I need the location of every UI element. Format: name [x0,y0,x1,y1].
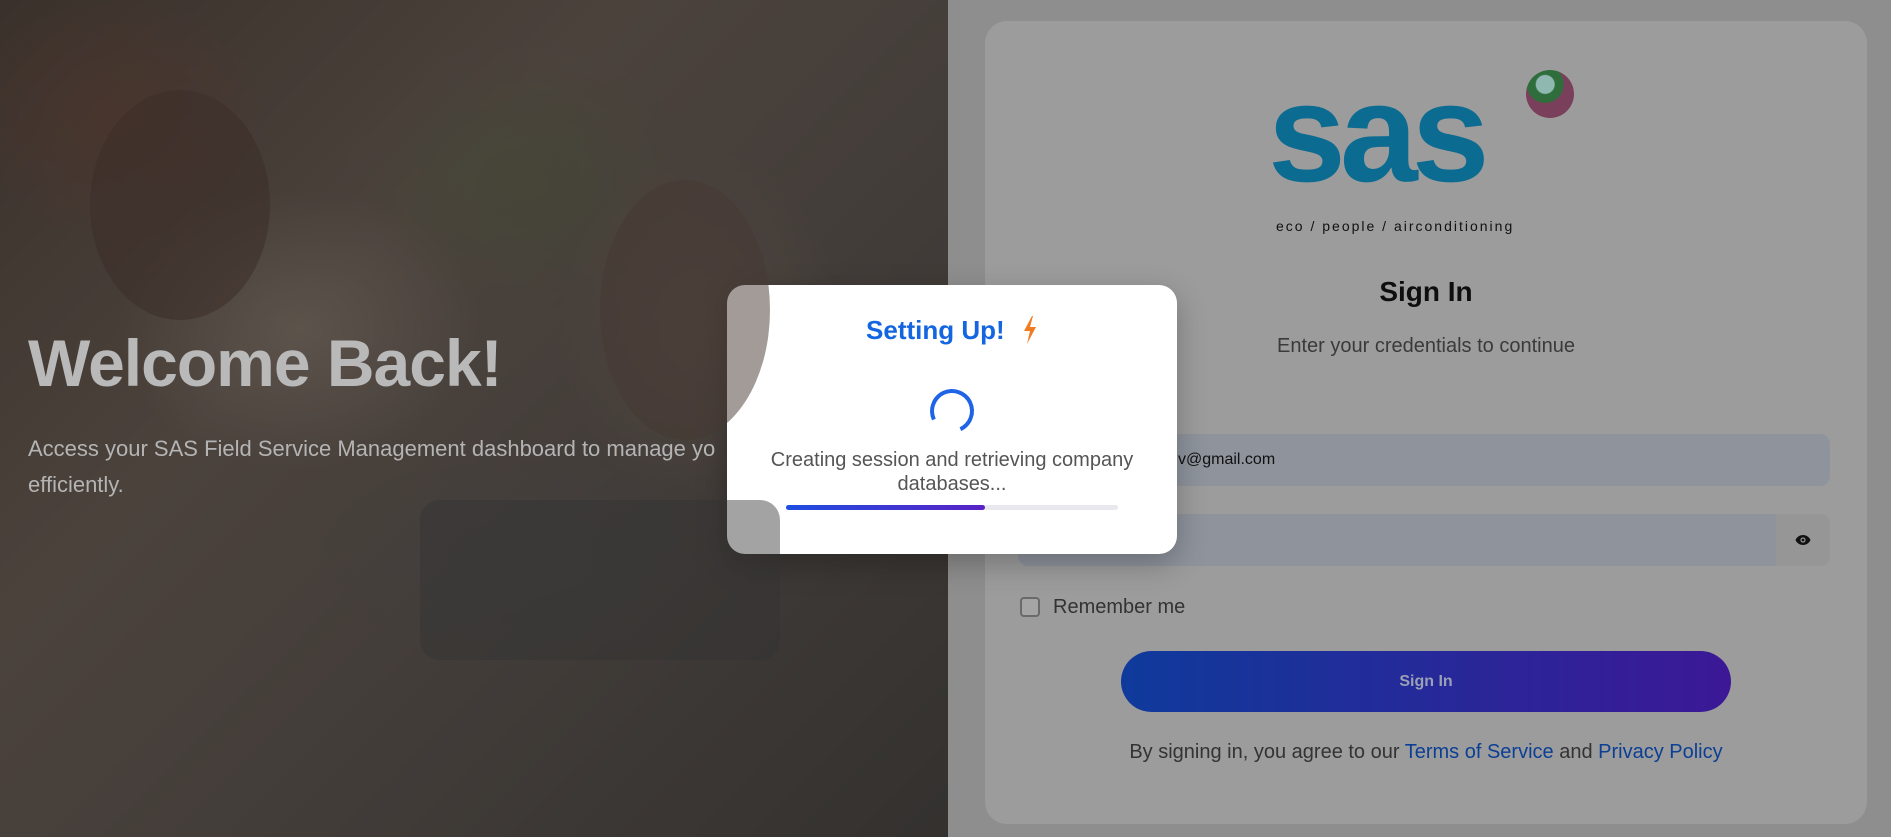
email-field-value[interactable]: v@gmail.com [1178,451,1275,469]
bolt-icon [1023,316,1036,345]
terms-text: By signing in, you agree to our Terms of… [985,741,1867,764]
progress-bar-fill [786,505,986,510]
logo-wordmark: sas [1268,54,1490,211]
logo-globe-icon [1526,70,1574,118]
hero-subtitle-line2: efficiently. [28,472,124,497]
privacy-policy-link[interactable]: Privacy Policy [1598,741,1722,763]
terms-and: and [1559,741,1593,763]
show-password-button[interactable] [1776,514,1830,566]
sas-logo: sas eco / people / airconditioning [1268,58,1578,238]
remember-me-label[interactable]: Remember me [1053,596,1185,619]
progress-bar [786,505,1118,510]
signin-button[interactable]: Sign In [1121,651,1731,712]
logo-tagline: eco / people / airconditioning [1276,218,1515,234]
eye-icon [1795,535,1811,545]
hero-person-shape [90,90,270,320]
hero-laptop-shape [420,500,780,660]
remember-me-checkbox[interactable] [1020,597,1040,617]
hero-background-image: Welcome Back! Access your SAS Field Serv… [0,0,948,837]
terms-prefix: By signing in, you agree to our [1129,741,1400,763]
hero-subtitle: Access your SAS Field Service Management… [28,431,948,503]
hero-content: Welcome Back! Access your SAS Field Serv… [28,325,928,503]
terms-of-service-link[interactable]: Terms of Service [1405,741,1554,763]
hero-title: Welcome Back! [28,326,503,400]
hero-subtitle-line1: Access your SAS Field Service Management… [28,436,716,461]
